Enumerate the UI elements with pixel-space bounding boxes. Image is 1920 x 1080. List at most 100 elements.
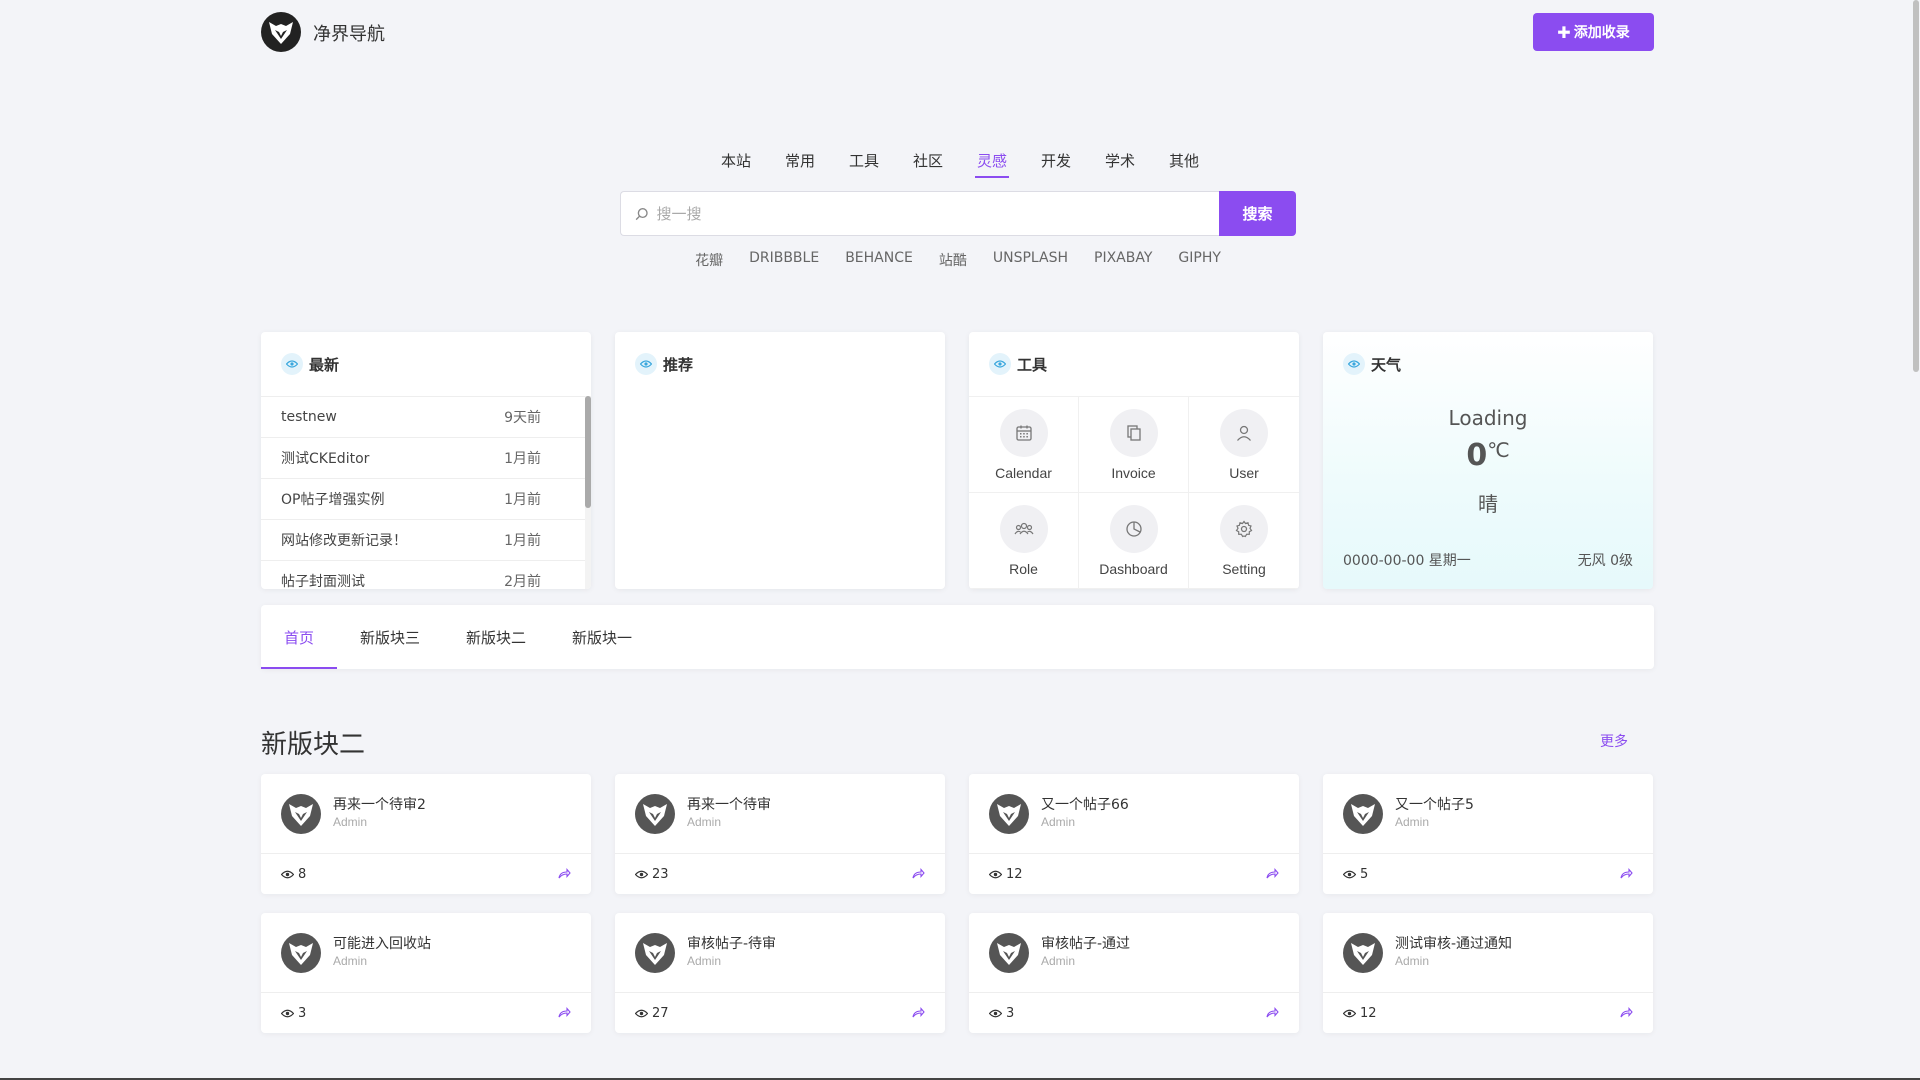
post-card[interactable]: 测试审核-通过通知 Admin 12 [1323, 913, 1653, 1033]
post-card[interactable]: 又一个帖子5 Admin 5 [1323, 774, 1653, 894]
weather-condition: 晴 [1478, 492, 1498, 516]
tools-grid: Calendar Invoice User Role Dashboard Set… [969, 396, 1299, 589]
post-card[interactable]: 又一个帖子66 Admin 12 [969, 774, 1299, 894]
search-tab-site[interactable]: 本站 [719, 150, 753, 178]
post-views-count: 5 [1360, 866, 1369, 882]
post-title[interactable]: 审核帖子-通过 [1041, 933, 1130, 953]
engine-zcool[interactable]: 站酷 [939, 250, 967, 270]
post-author: Admin [687, 815, 722, 829]
search-tab-academic[interactable]: 学术 [1103, 150, 1137, 178]
list-item[interactable]: testnew 9天前 [261, 397, 591, 438]
share-icon[interactable] [911, 867, 925, 881]
eye-icon [281, 870, 294, 878]
list-item[interactable]: 帖子封面测试 2月前 [261, 561, 591, 589]
post-author: Admin [333, 815, 368, 829]
post-title[interactable]: 又一个帖子66 [1041, 794, 1129, 814]
temperature-value: 0 [1466, 438, 1488, 473]
tool-invoice[interactable]: Invoice [1079, 397, 1189, 493]
share-icon[interactable] [1265, 1006, 1279, 1020]
post-views: 5 [1343, 867, 1368, 882]
post-card-footer: 12 [1323, 993, 1653, 1033]
search-bar: 搜索 [620, 191, 1296, 236]
site-logo-icon[interactable] [261, 12, 301, 52]
eye-icon [989, 353, 1011, 375]
post-author: Admin [333, 954, 368, 968]
latest-card-header: 最新 [261, 332, 591, 396]
engine-unsplash[interactable]: UNSPLASH [993, 250, 1068, 270]
post-views: 12 [989, 867, 1023, 882]
post-card[interactable]: 可能进入回收站 Admin 3 [261, 913, 591, 1033]
post-card[interactable]: 再来一个待审 Admin 23 [615, 774, 945, 894]
search-tab-tools[interactable]: 工具 [847, 150, 881, 178]
section-tab-new-2[interactable]: 新版块二 [443, 605, 549, 669]
search-tab-inspiration[interactable]: 灵感 [975, 150, 1010, 178]
share-icon[interactable] [1619, 867, 1633, 881]
post-card[interactable]: 审核帖子-待审 Admin 27 [615, 913, 945, 1033]
post-title[interactable]: 再来一个待审2 [333, 794, 426, 814]
list-item[interactable]: 网站修改更新记录！ 1月前 [261, 520, 591, 561]
share-icon[interactable] [557, 1006, 571, 1020]
latest-scrollbar[interactable] [585, 396, 591, 589]
section-tab-new-3[interactable]: 新版块三 [337, 605, 443, 669]
post-title[interactable]: 再来一个待审 [687, 794, 771, 814]
search-category-tabs: 本站 常用 工具 社区 灵感 开发 学术 其他 [700, 150, 1220, 180]
site-title[interactable]: 净界导航 [313, 20, 385, 46]
section-tab-new-1[interactable]: 新版块一 [549, 605, 655, 669]
engine-giphy[interactable]: GIPHY [1178, 250, 1221, 270]
share-icon[interactable] [557, 867, 571, 881]
search-tab-other[interactable]: 其他 [1167, 150, 1201, 178]
post-title[interactable]: 审核帖子-待审 [687, 933, 776, 953]
list-item[interactable]: 测试CKEditor 1月前 [261, 438, 591, 479]
share-icon[interactable] [1265, 867, 1279, 881]
list-item[interactable]: OP帖子增强实例 1月前 [261, 479, 591, 520]
add-bookmark-label: 添加收录 [1573, 25, 1630, 41]
post-title[interactable]: 又一个帖子5 [1395, 794, 1474, 814]
engine-dribbble[interactable]: DRIBBBLE [749, 250, 819, 270]
gear-icon [1220, 504, 1268, 553]
avatar [281, 794, 321, 834]
post-views-count: 23 [652, 866, 669, 882]
page: 净界导航 ✚ 添加收录 本站 常用 工具 社区 灵感 开发 学术 其他 搜索 花… [0, 0, 1920, 1080]
page-scrollbar-thumb[interactable] [1913, 0, 1919, 372]
post-card[interactable]: 再来一个待审2 Admin 8 [261, 774, 591, 894]
eye-icon [635, 353, 657, 375]
tool-role[interactable]: Role [969, 493, 1079, 589]
post-title[interactable]: 可能进入回收站 [333, 933, 431, 953]
search-tab-dev[interactable]: 开发 [1039, 150, 1073, 178]
post-card-body: 可能进入回收站 Admin [261, 913, 591, 993]
eye-icon [281, 1009, 294, 1017]
post-views-count: 3 [1006, 1005, 1015, 1021]
search-button[interactable]: 搜索 [1219, 191, 1296, 236]
post-card[interactable]: 审核帖子-通过 Admin 3 [969, 913, 1299, 1033]
recommend-card-title: 推荐 [663, 355, 694, 374]
post-author: Admin [1395, 954, 1430, 968]
eye-icon [635, 1009, 648, 1017]
post-views: 3 [281, 1006, 306, 1021]
post-title[interactable]: 测试审核-通过通知 [1395, 933, 1512, 953]
search-icon [635, 207, 648, 220]
tool-dashboard[interactable]: Dashboard [1079, 493, 1189, 589]
share-icon[interactable] [911, 1006, 925, 1020]
latest-card: 最新 testnew 9天前 测试CKEditor 1月前 OP帖子增强实例 1月前 … [261, 332, 591, 589]
tool-calendar[interactable]: Calendar [969, 397, 1079, 493]
engine-huaban[interactable]: 花瓣 [695, 250, 723, 270]
post-views: 3 [989, 1006, 1014, 1021]
tool-label: Role [1009, 560, 1038, 577]
weather-temperature: 0℃ [1323, 438, 1653, 473]
engine-pixabay[interactable]: PIXABAY [1094, 250, 1152, 270]
post-views: 27 [635, 1006, 669, 1021]
more-link[interactable]: 更多 [1600, 731, 1628, 751]
tool-user[interactable]: User [1189, 397, 1299, 493]
search-tab-common[interactable]: 常用 [783, 150, 817, 178]
tool-setting[interactable]: Setting [1189, 493, 1299, 589]
latest-scrollbar-thumb[interactable] [585, 396, 591, 508]
page-scrollbar[interactable] [1912, 0, 1920, 1080]
engine-behance[interactable]: BEHANCE [845, 250, 913, 270]
section-tab-home[interactable]: 首页 [261, 605, 338, 669]
search-engine-list: 花瓣 DRIBBBLE BEHANCE 站酷 UNSPLASH PIXABAY … [620, 250, 1296, 270]
search-tab-community[interactable]: 社区 [911, 150, 945, 178]
post-card-footer: 5 [1323, 854, 1653, 894]
search-input[interactable] [656, 204, 1219, 223]
share-icon[interactable] [1619, 1006, 1633, 1020]
add-bookmark-button[interactable]: ✚ 添加收录 [1533, 13, 1654, 51]
